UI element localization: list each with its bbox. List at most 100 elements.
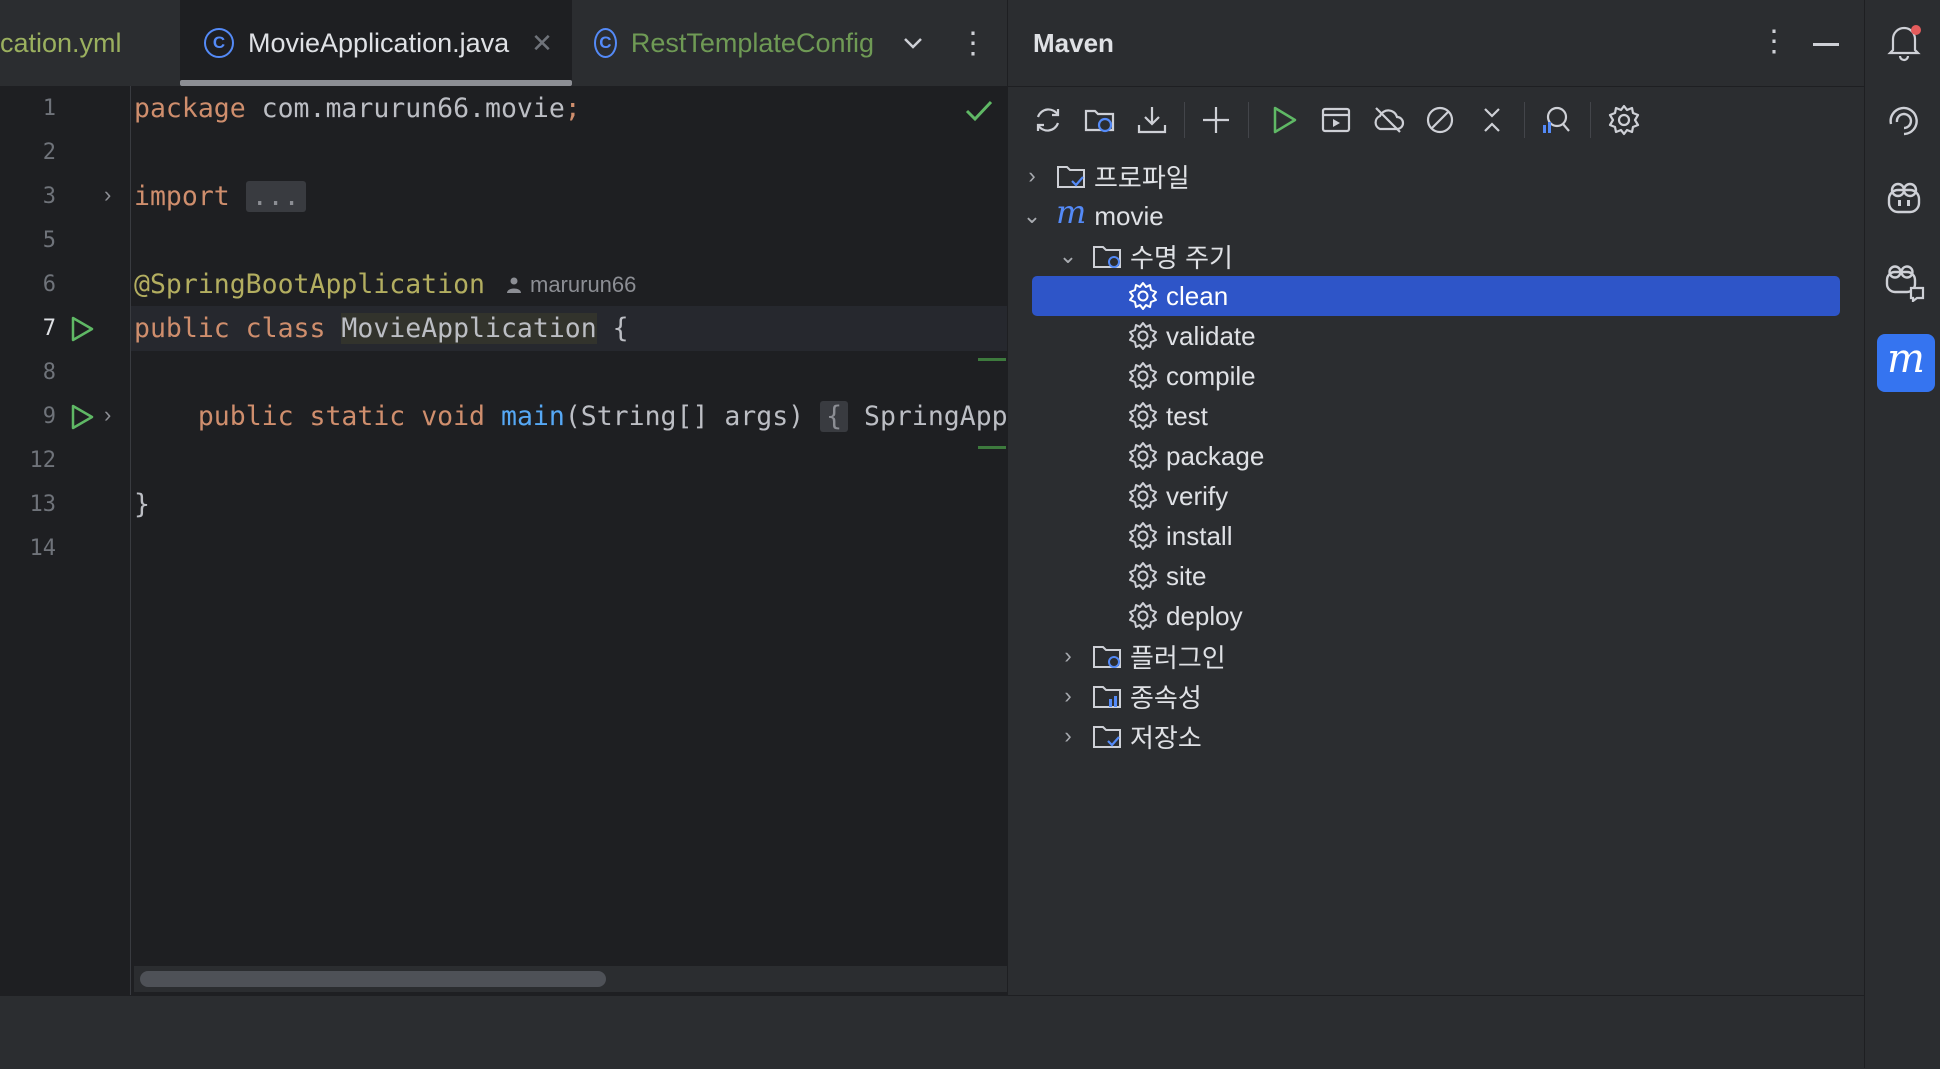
chevron-right-icon[interactable]: › <box>1056 723 1080 749</box>
minimize-icon[interactable] <box>1813 43 1839 46</box>
tab-application-yml[interactable]: cation.yml <box>0 0 122 86</box>
dependencies-folder-icon <box>1093 686 1121 708</box>
copilot-icon[interactable] <box>1885 180 1923 223</box>
line-number: 14 <box>29 536 57 561</box>
tree-node-profiles[interactable]: › 프로파일 <box>1020 156 1189 196</box>
lifecycle-phase[interactable]: compile <box>1128 356 1256 396</box>
lifecycle-folder-icon <box>1093 246 1121 268</box>
lifecycle-phase[interactable]: test <box>1128 396 1208 436</box>
status-bar <box>0 995 1864 1069</box>
code-line[interactable]: package com.marurun66.movie; <box>134 93 581 124</box>
copilot-chat-icon[interactable] <box>1885 262 1925 307</box>
chevron-right-icon[interactable]: › <box>1056 643 1080 669</box>
change-marker <box>978 358 1006 361</box>
code-line[interactable]: public static void main(String[] args) {… <box>134 401 1040 432</box>
run-gutter-icon[interactable] <box>68 314 96 349</box>
maven-title: Maven <box>1033 28 1114 58</box>
code-line[interactable]: @SpringBootApplication <box>134 269 485 300</box>
profiles-folder-icon <box>1057 166 1085 188</box>
tree-node-project-movie[interactable]: ⌄ m movie <box>1020 193 1164 236</box>
maven-tool-button[interactable]: m <box>1877 334 1935 392</box>
chevron-down-icon[interactable]: ⌄ <box>1020 203 1044 229</box>
java-class-icon: C <box>594 28 617 58</box>
download-icon[interactable] <box>1132 100 1172 140</box>
lifecycle-phase[interactable]: verify <box>1128 476 1228 516</box>
person-icon <box>507 277 521 293</box>
code-line[interactable]: public class MovieApplication { <box>134 313 629 344</box>
horizontal-scrollbar-thumb[interactable] <box>140 971 606 987</box>
line-number: 7 <box>42 316 56 341</box>
repositories-folder-icon <box>1093 726 1121 748</box>
lifecycle-phase[interactable]: package <box>1128 436 1264 476</box>
gear-icon <box>1129 362 1157 390</box>
tabs-dropdown-icon[interactable] <box>900 0 926 86</box>
tabs-more-icon[interactable]: ⋮ <box>958 0 988 86</box>
tree-node-repositories[interactable]: › 저장소 <box>1056 716 1201 756</box>
more-options-icon[interactable]: ⋮ <box>1759 24 1789 59</box>
analyze-dependencies-icon[interactable] <box>1536 100 1576 140</box>
folded-method-body[interactable]: { <box>820 401 849 432</box>
lifecycle-phase[interactable]: clean <box>1128 276 1228 316</box>
ai-assistant-icon[interactable] <box>1885 102 1923 145</box>
line-number: 1 <box>42 96 56 121</box>
line-number: 2 <box>42 140 56 165</box>
lifecycle-phase[interactable]: deploy <box>1128 596 1243 636</box>
change-marker <box>978 446 1006 449</box>
code-line[interactable]: } <box>134 489 150 520</box>
lifecycle-phase[interactable]: site <box>1128 556 1206 596</box>
offline-mode-icon[interactable] <box>1368 100 1408 140</box>
line-number: 8 <box>42 360 56 385</box>
tree-node-plugins[interactable]: › 플러그인 <box>1056 636 1225 676</box>
gear-icon <box>1129 562 1157 590</box>
collapse-all-icon[interactable] <box>1472 100 1512 140</box>
chevron-down-icon[interactable]: ⌄ <box>1056 243 1080 269</box>
no-problems-check-icon[interactable] <box>964 98 994 129</box>
java-class-icon: C <box>204 28 234 58</box>
tree-node-lifecycle[interactable]: ⌄ 수명 주기 <box>1056 236 1233 276</box>
close-tab-icon[interactable]: ✕ <box>531 28 553 59</box>
code-line[interactable]: import ... <box>134 181 306 212</box>
toolbar-separator <box>1590 102 1591 138</box>
tree-node-dependencies[interactable]: › 종속성 <box>1056 676 1201 716</box>
gear-icon <box>1129 602 1157 630</box>
maven-project-icon: m <box>1056 193 1087 231</box>
reload-icon[interactable] <box>1028 100 1068 140</box>
gear-icon <box>1129 522 1157 550</box>
settings-icon[interactable] <box>1604 100 1644 140</box>
gear-icon <box>1129 482 1157 510</box>
fold-expand-icon[interactable]: › <box>104 182 111 208</box>
lifecycle-phase[interactable]: validate <box>1128 316 1256 356</box>
chevron-right-icon[interactable]: › <box>1020 163 1044 189</box>
toolbar-separator <box>1524 102 1525 138</box>
maven-icon: m <box>1887 336 1925 382</box>
add-icon[interactable] <box>1196 100 1236 140</box>
toolbar-separator <box>1184 102 1185 138</box>
gear-icon <box>1129 442 1157 470</box>
fold-expand-icon[interactable]: › <box>104 402 111 428</box>
lifecycle-phase[interactable]: install <box>1128 516 1232 556</box>
toolbar-separator <box>1248 102 1249 138</box>
gear-icon <box>1129 402 1157 430</box>
run-icon[interactable] <box>1264 100 1304 140</box>
plugins-folder-icon <box>1093 646 1121 668</box>
folded-imports[interactable]: ... <box>245 181 306 212</box>
editor-pane[interactable] <box>0 0 1007 995</box>
notifications-icon[interactable] <box>1885 22 1923 67</box>
editor-tab-bar: cation.yml C MovieApplication.java ✕ C R… <box>0 0 1007 87</box>
line-number: 6 <box>42 272 56 297</box>
tab-rest-template-config[interactable]: C RestTemplateConfig <box>594 0 874 86</box>
execute-goal-icon[interactable] <box>1316 100 1356 140</box>
chevron-right-icon[interactable]: › <box>1056 683 1080 709</box>
active-tab-indicator <box>180 80 572 86</box>
author-hint[interactable]: marurun66 <box>506 272 636 298</box>
gear-icon <box>1129 322 1157 350</box>
run-gutter-icon[interactable] <box>68 402 96 437</box>
skip-tests-icon[interactable] <box>1420 100 1460 140</box>
right-tool-strip: m <box>1864 0 1940 1068</box>
line-number: 13 <box>29 492 57 517</box>
tab-movie-application[interactable]: C MovieApplication.java ✕ <box>180 0 572 86</box>
gear-icon <box>1129 282 1157 310</box>
line-number: 12 <box>29 448 57 473</box>
reload-folder-icon[interactable] <box>1080 100 1120 140</box>
line-number: 3 <box>42 184 56 209</box>
